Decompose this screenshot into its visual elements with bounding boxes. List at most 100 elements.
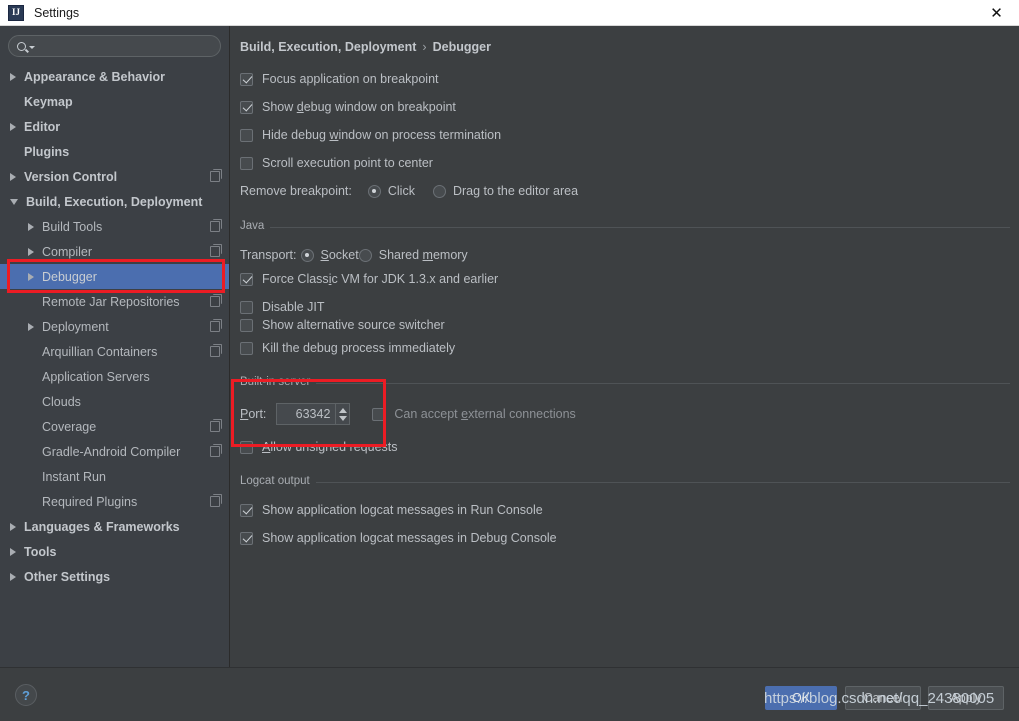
sidebar-item-label: Tools <box>24 544 57 559</box>
sidebar-item-keymap[interactable]: Keymap <box>0 89 229 114</box>
port-spinner[interactable]: 63342 <box>276 403 351 425</box>
sidebar-item-label: Languages & Frameworks <box>24 519 180 534</box>
sidebar-item-label: Debugger <box>42 269 97 284</box>
checkbox-show-debug-window-on-breakpoint[interactable]: Show debug window on breakpoint <box>240 100 456 114</box>
sidebar-item-label: Deployment <box>42 319 109 334</box>
chevron-right-icon[interactable] <box>28 247 34 256</box>
chevron-right-icon[interactable] <box>10 522 16 531</box>
close-icon[interactable]: ✕ <box>974 0 1019 25</box>
sidebar-item-application-servers[interactable]: Application Servers <box>0 364 229 389</box>
checkbox-box[interactable] <box>240 341 253 355</box>
chevron-down-icon[interactable] <box>10 198 18 205</box>
sidebar-item-label: Clouds <box>42 394 81 409</box>
radio-label: Click <box>387 184 415 198</box>
checkbox-box[interactable] <box>240 503 253 517</box>
sidebar-item-required-plugins[interactable]: Required Plugins <box>0 489 229 514</box>
sidebar-item-plugins[interactable]: Plugins <box>0 139 229 164</box>
window-title: Settings <box>34 5 80 20</box>
search-box[interactable] <box>8 35 221 57</box>
port-label: Port: <box>240 407 267 421</box>
checkbox-box[interactable] <box>372 407 386 421</box>
sidebar-item-label: Required Plugins <box>42 494 138 509</box>
checkbox-force-classic-vm[interactable]: Force Classic VM for JDK 1.3.x and earli… <box>240 272 498 286</box>
sidebar-item-build-tools[interactable]: Build Tools <box>0 214 229 239</box>
checkbox-can-accept-external-connections[interactable]: Can accept external connections <box>372 407 576 421</box>
help-button[interactable]: ? <box>15 684 37 706</box>
radio-button[interactable] <box>367 184 381 198</box>
checkbox-box[interactable] <box>240 300 253 314</box>
radio-button[interactable] <box>300 248 314 262</box>
breadcrumb: Build, Execution, Deployment › Debugger <box>240 40 491 54</box>
sidebar-item-languages-frameworks[interactable]: Languages & Frameworks <box>0 514 229 539</box>
sidebar-item-remote-jar-repositories[interactable]: Remote Jar Repositories <box>0 289 229 314</box>
checkbox-box[interactable] <box>240 440 253 454</box>
sidebar-item-version-control[interactable]: Version Control <box>0 164 229 189</box>
port-input[interactable]: 63342 <box>277 407 335 421</box>
checkbox-disable-jit[interactable]: Disable JIT <box>240 300 325 314</box>
chevron-right-icon[interactable] <box>10 122 16 131</box>
checkbox-box[interactable] <box>240 272 253 286</box>
chevron-right-icon[interactable] <box>28 322 34 331</box>
module-copy-icon <box>210 344 222 357</box>
chevron-down-icon[interactable] <box>29 46 35 49</box>
radio-transport-socket[interactable]: Socket <box>300 248 359 262</box>
sidebar-item-debugger[interactable]: Debugger <box>0 264 229 289</box>
sidebar-item-coverage[interactable]: Coverage <box>0 414 229 439</box>
checkbox-logcat-run-console[interactable]: Show application logcat messages in Run … <box>240 503 543 517</box>
checkbox-box[interactable] <box>240 100 253 114</box>
checkbox-box[interactable] <box>240 128 253 142</box>
radio-remove-breakpoint-drag[interactable]: Drag to the editor area <box>432 184 579 198</box>
spinner-buttons[interactable] <box>335 404 349 424</box>
sidebar-item-editor[interactable]: Editor <box>0 114 229 139</box>
radio-remove-breakpoint-click[interactable]: Click <box>367 184 415 198</box>
settings-dialog: IJ Settings ✕ Appearance & Behavior Keyma… <box>0 0 1019 721</box>
sidebar-item-deployment[interactable]: Deployment <box>0 314 229 339</box>
search-icon <box>17 41 26 51</box>
checkbox-scroll-execution-point-to-center[interactable]: Scroll execution point to center <box>240 156 433 170</box>
checkbox-box[interactable] <box>240 318 253 332</box>
sidebar-item-gradle-android-compiler[interactable]: Gradle-Android Compiler <box>0 439 229 464</box>
checkbox-label: Scroll execution point to center <box>262 156 433 170</box>
chevron-right-icon[interactable] <box>28 222 34 231</box>
sidebar-item-instant-run[interactable]: Instant Run <box>0 464 229 489</box>
radio-label: Drag to the editor area <box>452 184 579 198</box>
spinner-up-icon[interactable] <box>338 407 347 413</box>
spinner-down-icon[interactable] <box>338 415 347 421</box>
chevron-right-icon[interactable] <box>10 172 16 181</box>
radio-button[interactable] <box>358 248 372 262</box>
checkbox-label: Focus application on breakpoint <box>262 72 439 86</box>
checkbox-focus-application-on-breakpoint[interactable]: Focus application on breakpoint <box>240 72 439 86</box>
checkbox-hide-debug-window-on-process-termination[interactable]: Hide debug window on process termination <box>240 128 501 142</box>
module-copy-icon <box>210 294 222 307</box>
sidebar-item-compiler[interactable]: Compiler <box>0 239 229 264</box>
radio-transport-shared-memory[interactable]: Shared memory <box>358 248 468 262</box>
checkbox-box[interactable] <box>240 531 253 545</box>
sidebar-item-label: Build Tools <box>42 219 103 234</box>
checkbox-logcat-debug-console[interactable]: Show application logcat messages in Debu… <box>240 531 557 545</box>
sidebar-item-other-settings[interactable]: Other Settings <box>0 564 229 589</box>
checkbox-show-alternative-source-switcher[interactable]: Show alternative source switcher <box>240 318 445 332</box>
checkbox-label: Hide debug window on process termination <box>262 128 502 142</box>
search-field[interactable] <box>8 35 221 57</box>
checkbox-box[interactable] <box>240 156 253 170</box>
chevron-right-icon[interactable] <box>10 547 16 556</box>
checkbox-allow-unsigned-requests[interactable]: Allow unsigned requests <box>240 440 398 454</box>
radio-button[interactable] <box>432 184 446 198</box>
settings-tree: Appearance & Behavior Keymap Editor Plugins… <box>0 64 229 589</box>
checkbox-kill-debug-process-immediately[interactable]: Kill the debug process immediately <box>240 341 455 355</box>
section-divider <box>240 227 1010 228</box>
sidebar-item-build-execution-deployment[interactable]: Build, Execution, Deployment <box>0 189 229 214</box>
chevron-right-icon[interactable] <box>10 72 16 81</box>
chevron-right-icon[interactable] <box>28 272 34 281</box>
sidebar-item-appearance-behavior[interactable]: Appearance & Behavior <box>0 64 229 89</box>
watermark-text: https://blog.csdn.net/qq_24380005 <box>764 690 995 707</box>
checkbox-box[interactable] <box>240 72 253 86</box>
intellij-idea-icon: IJ <box>8 4 24 21</box>
chevron-right-icon[interactable] <box>10 572 16 581</box>
checkbox-label: Can accept external connections <box>394 407 576 421</box>
sidebar-item-tools[interactable]: Tools <box>0 539 229 564</box>
sidebar-item-clouds[interactable]: Clouds <box>0 389 229 414</box>
checkbox-label: Force Classic VM for JDK 1.3.x and earli… <box>262 272 499 286</box>
sidebar-item-arquillian-containers[interactable]: Arquillian Containers <box>0 339 229 364</box>
section-java: Java <box>240 220 1010 234</box>
